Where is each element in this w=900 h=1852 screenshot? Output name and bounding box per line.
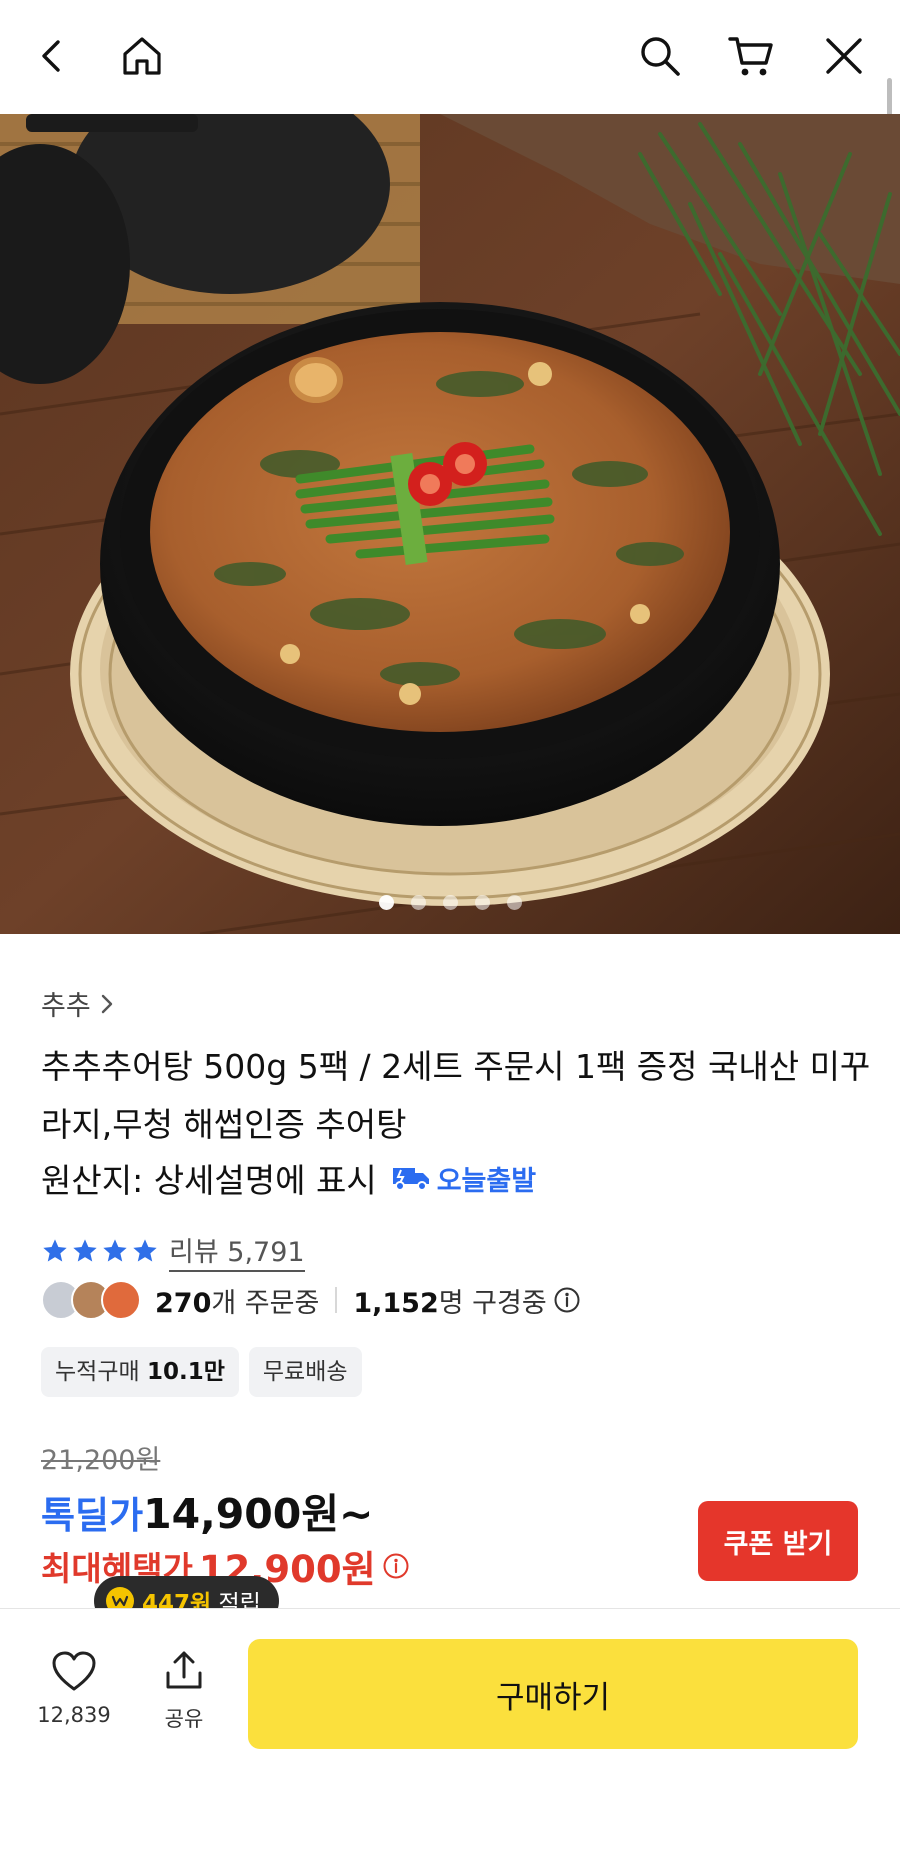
brand-link[interactable]: 추추 — [41, 984, 115, 1023]
product-title: 추추추어탕 500g 5팩 / 2세트 주문시 1팩 증정 국내산 미꾸라지,무… — [41, 1047, 871, 1144]
product-image-carousel[interactable] — [0, 114, 900, 934]
chevron-right-icon — [101, 994, 112, 1013]
max-benefit-info-button[interactable] — [382, 1552, 410, 1580]
close-button[interactable] — [816, 28, 872, 84]
star-icon — [43, 1239, 67, 1262]
heart-icon — [52, 1651, 96, 1691]
back-button[interactable] — [24, 28, 80, 84]
deal-price-row: 톡딜가 14,900원~ — [41, 1480, 373, 1540]
deal-price: 14,900원~ — [143, 1490, 374, 1538]
rating-stars — [41, 1237, 159, 1265]
carousel-dot[interactable] — [442, 895, 458, 910]
like-count: 12,839 — [37, 1703, 111, 1727]
home-icon — [123, 37, 161, 75]
info-icon — [383, 1553, 409, 1579]
back-icon — [42, 40, 60, 72]
share-label: 공유 — [164, 1707, 204, 1731]
origin-text: 원산지: 상세설명에 표시 — [41, 1161, 377, 1200]
divider — [335, 1287, 338, 1313]
carousel-dot[interactable] — [378, 895, 394, 910]
cart-button[interactable] — [723, 28, 779, 84]
info-icon — [554, 1287, 580, 1313]
cumulative-purchase-tag: 누적구매 10.1만 — [41, 1347, 239, 1397]
product-tags: 누적구매 10.1만 무료배송 — [41, 1347, 362, 1397]
cart-icon — [728, 37, 773, 76]
top-nav-bar — [0, 0, 900, 122]
today-delivery-badge: 오늘출발 — [391, 1159, 536, 1198]
review-count-link[interactable]: 리뷰 5,791 — [169, 1230, 305, 1272]
viewing-count: 1,152명 구경중 — [353, 1287, 547, 1319]
free-shipping-tag: 무료배송 — [248, 1347, 362, 1397]
like-button[interactable]: 12,839 — [28, 1649, 120, 1727]
avatar — [101, 1280, 141, 1320]
carousel-dot[interactable] — [410, 895, 426, 910]
search-button[interactable] — [632, 28, 688, 84]
product-photo — [0, 114, 900, 934]
activity-row: 270개 주문중 1,152명 구경중 — [41, 1280, 581, 1320]
carousel-dot[interactable] — [506, 895, 522, 910]
star-icon — [73, 1239, 97, 1262]
star-icon — [103, 1239, 127, 1262]
star-icon — [133, 1239, 157, 1262]
buyer-avatars — [41, 1280, 141, 1320]
deal-label: 톡딜가 — [41, 1494, 144, 1537]
get-coupon-button[interactable]: 쿠폰 받기 — [698, 1501, 858, 1581]
original-price: 21,200원 — [41, 1445, 161, 1476]
carousel-dot[interactable] — [474, 895, 490, 910]
carousel-indicator — [0, 895, 900, 910]
home-button[interactable] — [114, 28, 170, 84]
review-row: 리뷰 5,791 — [41, 1230, 305, 1272]
truck-icon — [392, 1168, 429, 1191]
today-delivery-label: 오늘출발 — [436, 1165, 537, 1197]
share-button[interactable]: 공유 — [138, 1649, 230, 1733]
close-icon — [826, 38, 862, 74]
share-icon — [166, 1651, 202, 1689]
bottom-action-bar: 12,839 공유 구매하기 — [0, 1608, 900, 1852]
search-icon — [641, 37, 680, 76]
activity-info-button[interactable] — [553, 1286, 581, 1314]
ordering-count: 270개 주문중 — [155, 1287, 320, 1319]
brand-name: 추추 — [41, 991, 91, 1022]
buy-button[interactable]: 구매하기 — [248, 1639, 858, 1749]
origin-line: 원산지: 상세설명에 표시 오늘출발 — [41, 1154, 536, 1202]
